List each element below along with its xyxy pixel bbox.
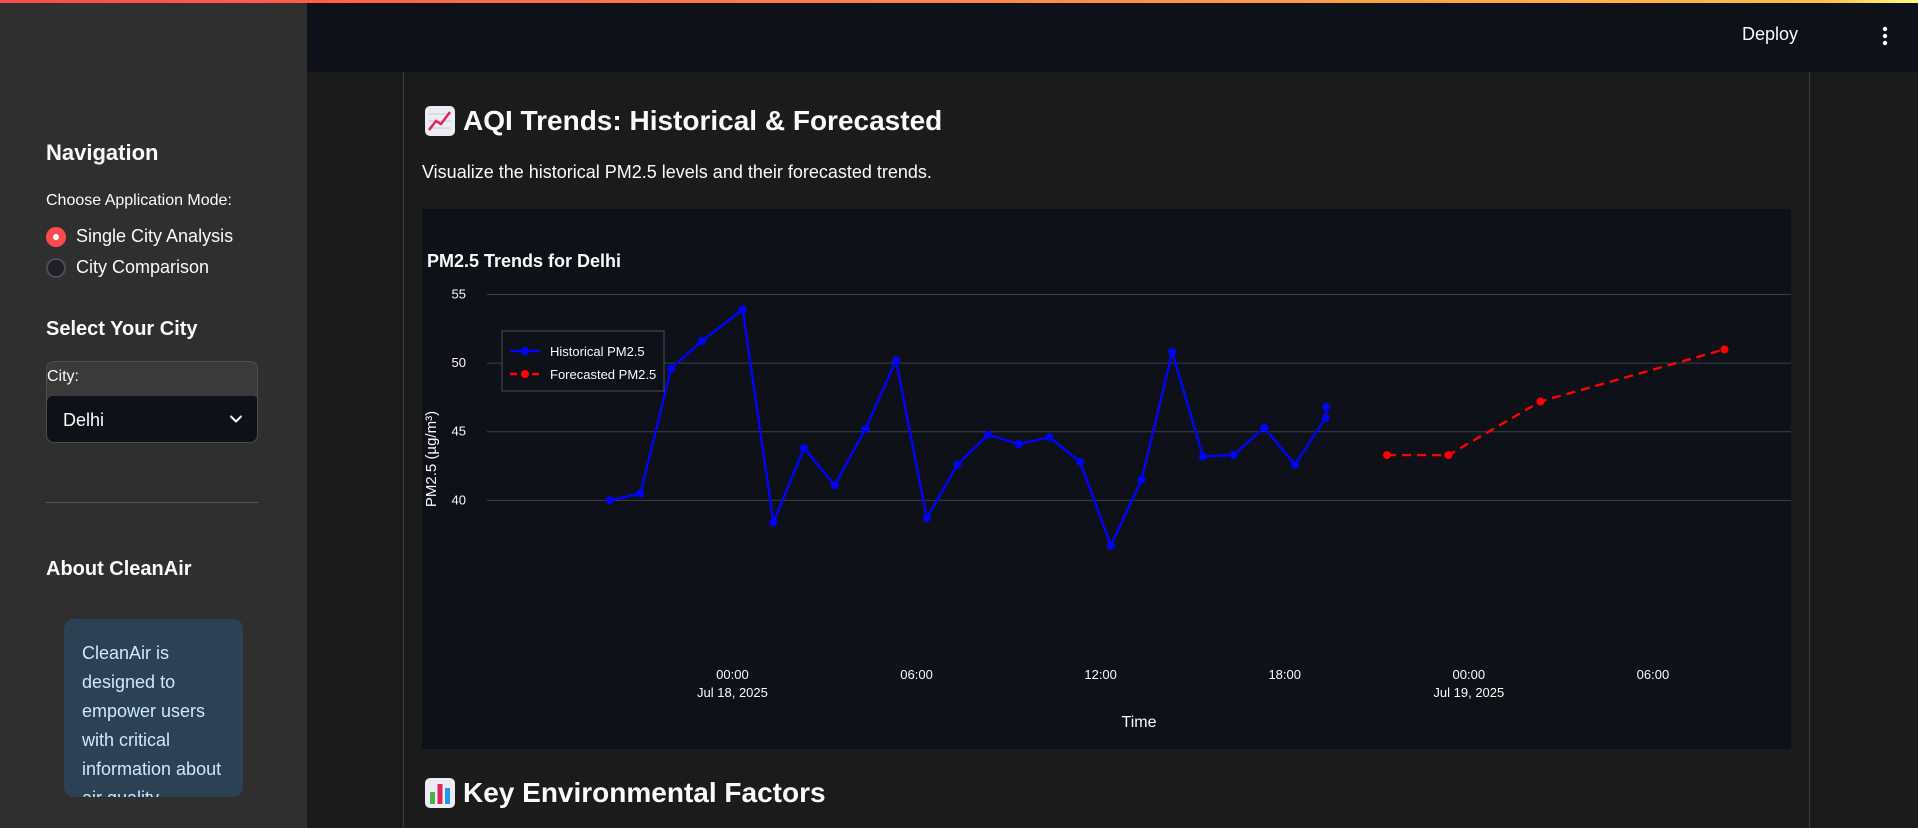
- chart-increasing-icon: [425, 106, 455, 136]
- legend-label: Historical PM2.5: [550, 344, 645, 359]
- x-tick-label: 06:00: [1637, 667, 1670, 682]
- trends-title: AQI Trends: Historical & Forecasted: [463, 105, 943, 136]
- data-point: [953, 460, 962, 469]
- mode-label: Choose Application Mode:: [46, 192, 232, 209]
- data-point: [1014, 440, 1023, 449]
- data-point: [1198, 452, 1207, 461]
- data-point: [1168, 348, 1177, 357]
- x-tick-label: 18:00: [1268, 667, 1301, 682]
- data-point: [1383, 451, 1392, 460]
- kebab-menu-icon[interactable]: [1882, 26, 1888, 46]
- data-point: [1444, 451, 1453, 460]
- data-point: [1106, 541, 1115, 550]
- radio-selected-icon[interactable]: [46, 226, 66, 247]
- data-point: [922, 514, 931, 523]
- data-point: [1322, 403, 1331, 412]
- x-tick-date-label: Jul 18, 2025: [697, 685, 768, 700]
- trends-heading: AQI Trends: Historical & Forecasted: [425, 105, 942, 137]
- pm25-chart[interactable]: PM2.5 Trends for Delhi 40 45 50 55 00:00 Jul …: [422, 209, 1791, 749]
- x-tick-label: 12:00: [1084, 667, 1117, 682]
- sidebar-divider: [46, 502, 258, 503]
- radio-city-comparison[interactable]: City Comparison: [46, 257, 209, 278]
- series-line: [1387, 348, 1725, 457]
- sidebar: Navigation Choose Application Mode: Sing…: [0, 0, 307, 828]
- legend-label: Forecasted PM2.5: [550, 367, 656, 382]
- column-border-left: [403, 72, 404, 828]
- x-axis-label: Time: [1122, 714, 1157, 731]
- x-tick-label: 06:00: [900, 667, 933, 682]
- navigation-title: Navigation: [46, 140, 159, 165]
- app-header: Deploy: [307, 0, 1918, 72]
- series-line: [609, 307, 1328, 549]
- factors-title: Key Environmental Factors: [463, 777, 826, 808]
- y-axis-label: PM2.5 (µg/m³): [423, 411, 440, 507]
- data-point: [984, 430, 993, 439]
- city-select[interactable]: Delhi: [47, 396, 257, 442]
- data-point: [667, 364, 676, 373]
- data-point: [861, 424, 870, 433]
- about-text: CleanAir is designed to empower users wi…: [82, 643, 222, 797]
- city-select-label: City:: [47, 368, 79, 385]
- data-point: [1720, 345, 1729, 354]
- radio-label-city-comparison: City Comparison: [76, 257, 210, 277]
- radio-unselected-icon[interactable]: [46, 257, 66, 278]
- factors-heading: Key Environmental Factors: [425, 777, 826, 809]
- trends-description: Visualize the historical PM2.5 levels an…: [422, 162, 932, 182]
- radio-single-city[interactable]: Single City Analysis: [46, 226, 233, 247]
- legend-marker: [521, 370, 529, 378]
- data-point: [800, 444, 809, 453]
- top-accent-bar: [0, 0, 1918, 3]
- data-point: [1137, 475, 1146, 484]
- data-point: [1290, 460, 1299, 469]
- x-tick-label: 00:00: [1453, 667, 1486, 682]
- y-tick-label: 55: [452, 286, 466, 301]
- y-tick-label: 50: [452, 355, 466, 370]
- data-point: [1536, 397, 1545, 406]
- radio-label-single-city: Single City Analysis: [76, 226, 234, 246]
- data-point: [738, 305, 747, 314]
- city-select-container: City: Delhi: [46, 361, 258, 443]
- data-point: [636, 489, 645, 498]
- data-point: [1260, 423, 1269, 432]
- legend-box: [501, 330, 665, 392]
- data-point: [892, 356, 901, 365]
- about-title: About CleanAir: [46, 558, 192, 580]
- about-info-box: CleanAir is designed to empower users wi…: [64, 619, 243, 797]
- y-tick-label: 40: [452, 492, 466, 507]
- city-select-value: Delhi: [63, 409, 105, 430]
- column-border-right: [1809, 72, 1810, 828]
- data-point: [697, 337, 706, 346]
- x-tick-label: 00:00: [716, 667, 749, 682]
- data-point: [1045, 433, 1054, 442]
- bar-chart-icon: [425, 778, 455, 808]
- data-point: [830, 481, 839, 490]
- data-point: [1076, 457, 1085, 466]
- data-point: [1229, 451, 1238, 460]
- select-city-title: Select Your City: [46, 318, 198, 340]
- data-point: [1321, 414, 1330, 422]
- legend-marker: [521, 347, 529, 355]
- deploy-button[interactable]: Deploy: [1742, 24, 1798, 45]
- x-tick-date-label: Jul 19, 2025: [1433, 685, 1504, 700]
- data-point: [605, 496, 614, 505]
- chart-plot[interactable]: 40 45 50 55 00:00 Jul 18, 2025 06:00 12:00 18:00…: [422, 209, 1791, 749]
- data-point: [769, 518, 778, 527]
- y-tick-label: 45: [452, 424, 466, 439]
- chevron-down-icon: [230, 415, 242, 423]
